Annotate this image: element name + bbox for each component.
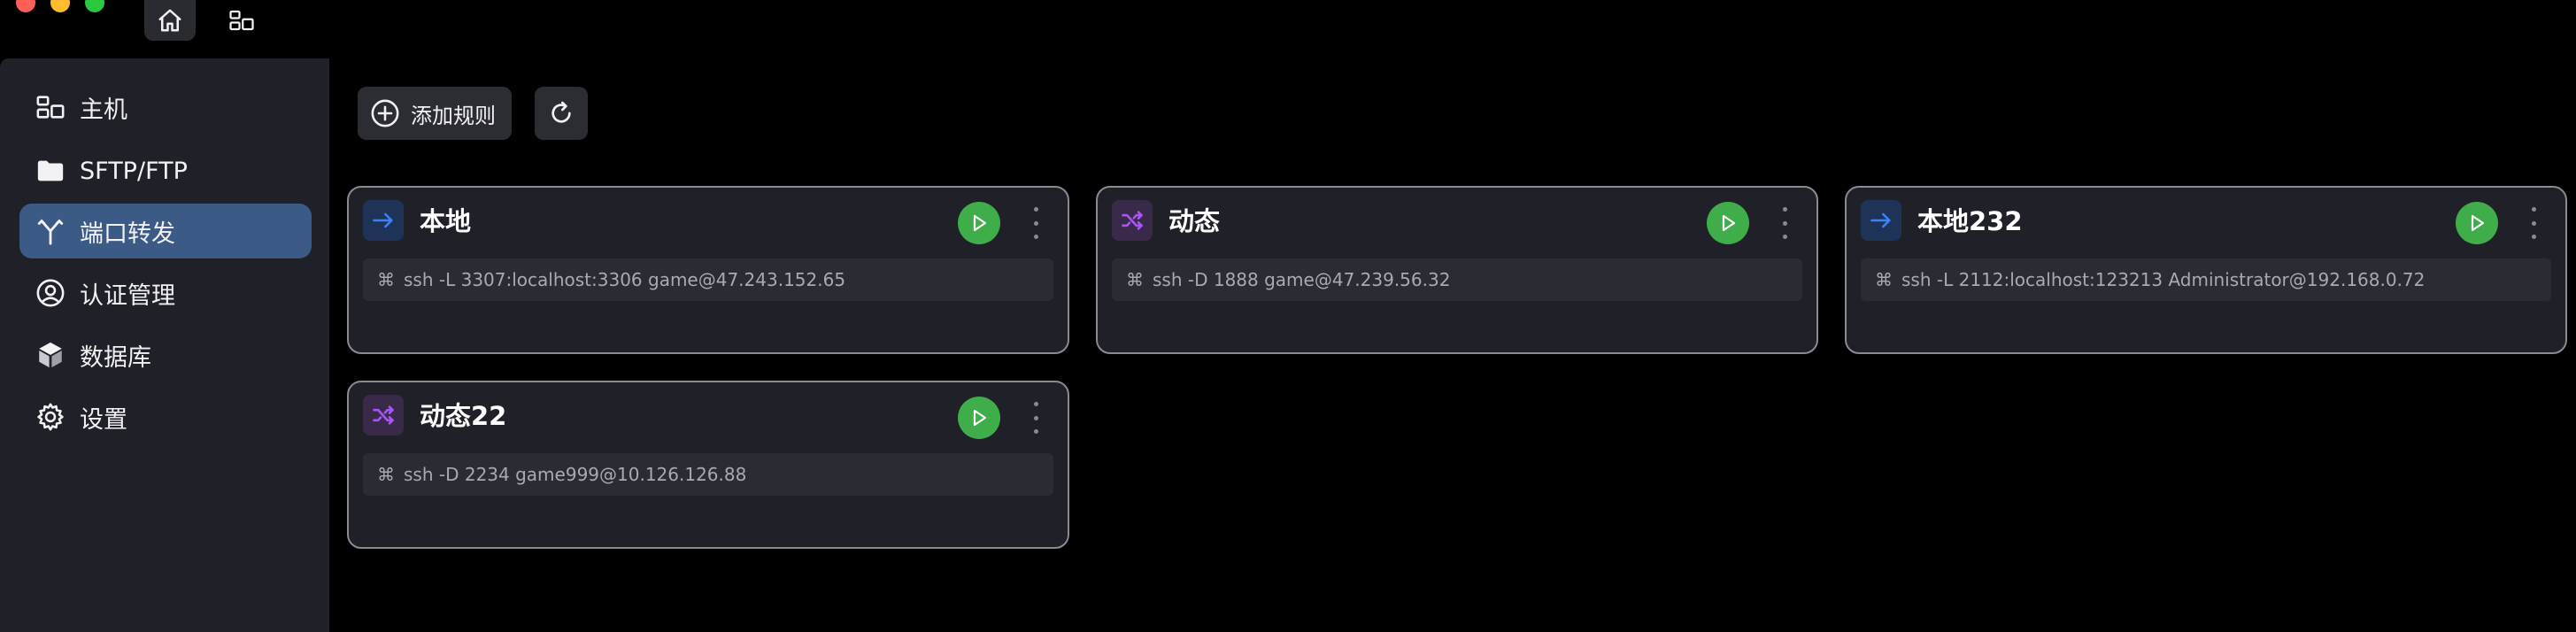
start-rule-button[interactable] — [958, 202, 1000, 244]
play-icon — [1722, 214, 1736, 232]
database-icon — [35, 340, 66, 370]
rule-card[interactable]: 动态22 ⌘ ssh -D 2234 game999@10.126.126.88 — [347, 381, 1069, 549]
sidebar-item-label: 数据库 — [80, 343, 151, 372]
rule-card[interactable]: 本地 ⌘ ssh -L 3307:localhost:3306 game@47.… — [347, 186, 1069, 354]
sidebar-item-label: 设置 — [80, 405, 127, 434]
more-options-icon[interactable] — [1779, 207, 1790, 239]
title-bar — [0, 0, 2576, 58]
command-icon: ⌘ — [1126, 269, 1144, 290]
command-icon: ⌘ — [1875, 269, 1893, 290]
rule-card[interactable]: 本地232 ⌘ ssh -L 2112:localhost:123213 Adm… — [1845, 186, 2567, 354]
gear-icon — [35, 402, 66, 432]
rule-title: 动态 — [1168, 206, 1221, 236]
more-options-icon[interactable] — [1030, 207, 1041, 239]
hosts-icon — [35, 92, 66, 122]
rule-card[interactable]: 动态 ⌘ ssh -D 1888 game@47.239.56.32 — [1096, 186, 1818, 354]
add-rule-label: 添加规则 — [411, 103, 496, 128]
main-content: 添加规则 本地 ⌘ ssh -L 3307:localhost:3306 gam… — [329, 58, 2576, 632]
window-maximize-button[interactable] — [85, 0, 104, 12]
window-close-button[interactable] — [16, 0, 35, 12]
sidebar-item-settings[interactable]: 设置 — [19, 389, 312, 444]
command-display: ⌘ ssh -L 3307:localhost:3306 game@47.243… — [363, 258, 1053, 301]
dynamic-forward-icon — [1112, 200, 1153, 241]
play-icon — [973, 409, 987, 427]
command-display: ⌘ ssh -D 2234 game999@10.126.126.88 — [363, 453, 1053, 496]
more-options-icon[interactable] — [1030, 402, 1041, 434]
tab-home[interactable] — [144, 0, 196, 41]
play-icon — [973, 214, 987, 232]
rule-title: 本地232 — [1917, 206, 2023, 236]
command-text: ssh -L 3307:localhost:3306 game@47.243.1… — [404, 269, 846, 290]
rule-title: 本地 — [420, 206, 472, 236]
sidebar-item-label: 端口转发 — [80, 220, 175, 248]
sidebar-item-sftp[interactable]: SFTP/FTP — [19, 143, 312, 198]
folder-icon — [35, 156, 66, 186]
auth-icon — [35, 278, 66, 308]
window-minimize-button[interactable] — [50, 0, 70, 12]
command-icon: ⌘ — [377, 269, 395, 290]
sidebar-item-label: SFTP/FTP — [80, 157, 188, 185]
command-display: ⌘ ssh -D 1888 game@47.239.56.32 — [1112, 258, 1802, 301]
plus-circle-icon — [371, 99, 399, 127]
hosts-icon — [229, 10, 254, 31]
home-icon — [158, 9, 181, 32]
command-icon: ⌘ — [377, 464, 395, 485]
sidebar-item-port-forward[interactable]: 端口转发 — [19, 204, 312, 258]
rule-title: 动态22 — [420, 401, 507, 431]
start-rule-button[interactable] — [1707, 202, 1749, 244]
start-rule-button[interactable] — [958, 397, 1000, 439]
sidebar-item-hosts[interactable]: 主机 — [19, 80, 312, 135]
start-rule-button[interactable] — [2456, 202, 2498, 244]
port-forward-icon — [35, 216, 66, 246]
refresh-button[interactable] — [535, 87, 588, 140]
more-options-icon[interactable] — [2528, 207, 2539, 239]
sidebar: 主机 SFTP/FTP 端口转发 认证管理 数据库 设置 — [0, 58, 329, 632]
command-display: ⌘ ssh -L 2112:localhost:123213 Administr… — [1861, 258, 2551, 301]
command-text: ssh -D 1888 game@47.239.56.32 — [1153, 269, 1451, 290]
sidebar-item-auth[interactable]: 认证管理 — [19, 266, 312, 320]
local-forward-icon — [1861, 200, 1901, 241]
command-text: ssh -L 2112:localhost:123213 Administrat… — [1901, 269, 2426, 290]
sidebar-item-label: 认证管理 — [80, 281, 175, 310]
play-icon — [2471, 214, 2485, 232]
command-text: ssh -D 2234 game999@10.126.126.88 — [404, 464, 747, 485]
add-rule-button[interactable]: 添加规则 — [358, 87, 512, 140]
sidebar-item-label: 主机 — [80, 96, 127, 124]
local-forward-icon — [363, 200, 404, 241]
tab-hosts[interactable] — [216, 0, 267, 41]
refresh-icon — [551, 101, 571, 123]
sidebar-item-database[interactable]: 数据库 — [19, 328, 312, 382]
dynamic-forward-icon — [363, 395, 404, 435]
